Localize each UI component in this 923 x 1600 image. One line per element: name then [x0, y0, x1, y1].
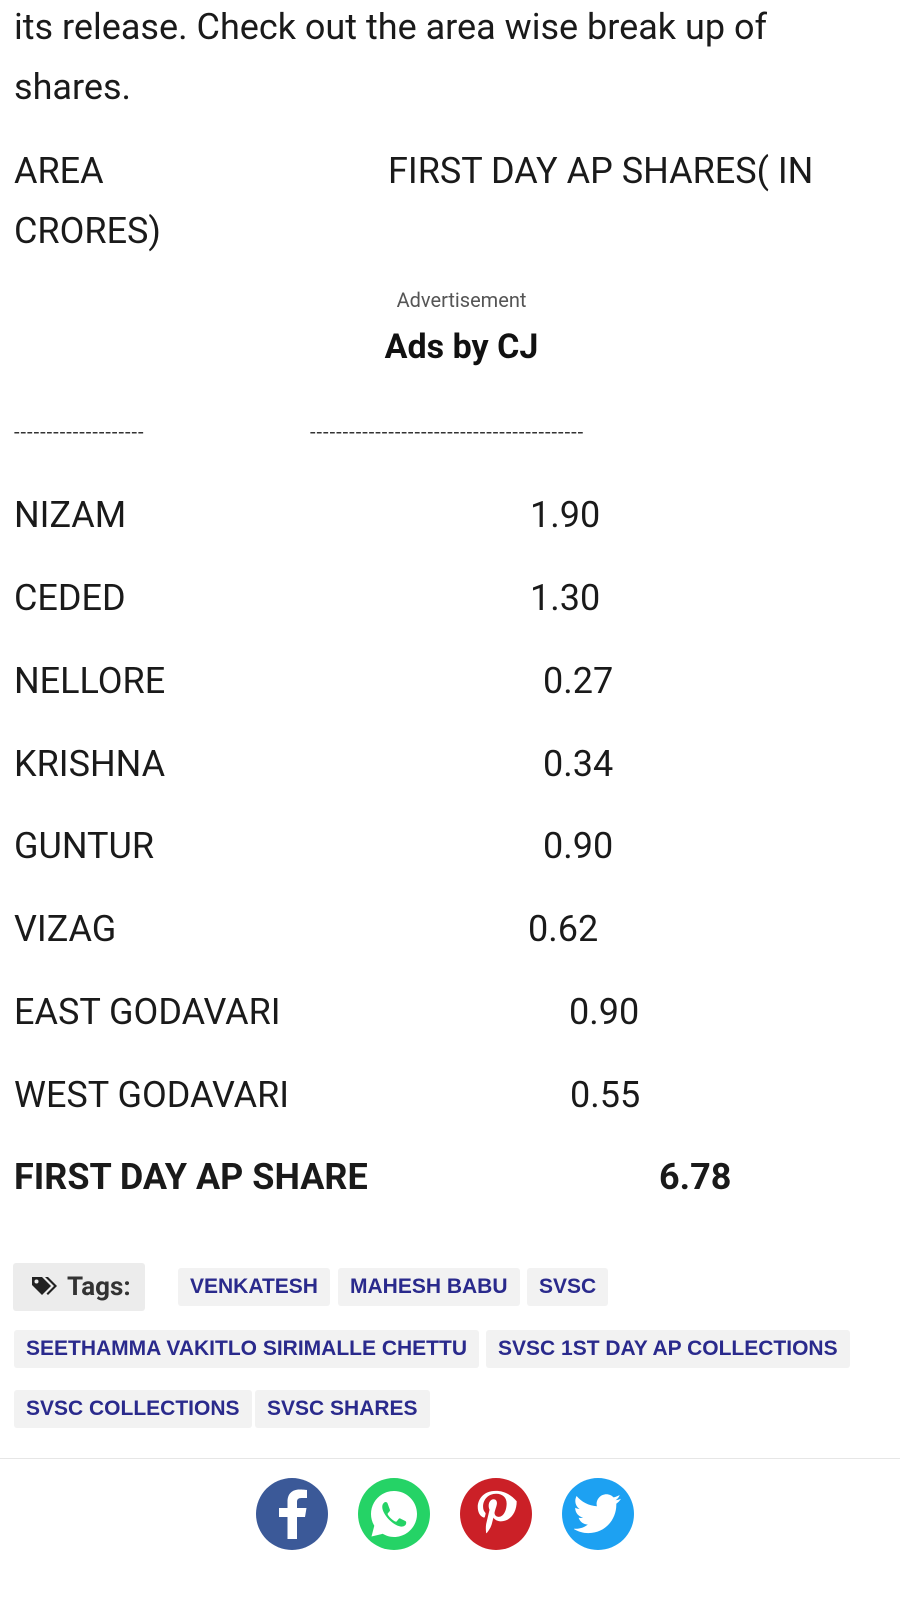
pinterest-icon	[477, 1490, 517, 1534]
facebook-icon	[279, 1489, 307, 1539]
whatsapp-icon	[371, 1491, 417, 1537]
row-value: 0.90	[543, 825, 614, 867]
table-header-area: AREA	[14, 150, 104, 192]
row-area: NELLORE	[14, 660, 166, 702]
twitter-icon	[574, 1494, 621, 1534]
row-value: 0.27	[543, 660, 614, 702]
tag-svsc-collections[interactable]: SVSC COLLECTIONS	[14, 1390, 252, 1428]
table-header-shares-cont: CRORES)	[14, 210, 161, 252]
total-label: FIRST DAY AP SHARE	[14, 1156, 368, 1198]
facebook-share-button[interactable]	[256, 1478, 328, 1550]
whatsapp-share-button[interactable]	[358, 1478, 430, 1550]
advertisement-label: Advertisement	[396, 288, 527, 312]
tags-label: Tags:	[13, 1263, 145, 1311]
tags-label-text: Tags:	[67, 1272, 131, 1302]
table-header-shares: FIRST DAY AP SHARES( IN	[388, 150, 814, 192]
total-value: 6.78	[659, 1156, 732, 1198]
row-value: 0.90	[569, 991, 640, 1033]
tags-icon	[32, 1277, 57, 1296]
tag-seethamma-vakitlo-sirimalle-chettu[interactable]: SEETHAMMA VAKITLO SIRIMALLE CHETTU	[14, 1330, 479, 1368]
row-area: CEDED	[14, 577, 126, 619]
divider	[0, 1458, 900, 1459]
tag-svsc-shares[interactable]: SVSC SHARES	[255, 1390, 430, 1428]
row-value: 1.90	[530, 494, 601, 536]
tag-svsc[interactable]: SVSC	[527, 1268, 609, 1306]
ad-title[interactable]: Ads by CJ	[0, 327, 923, 367]
row-value: 1.30	[530, 577, 601, 619]
tag-venkatesh[interactable]: VENKATESH	[178, 1268, 330, 1306]
row-value: 0.55	[570, 1074, 641, 1116]
tag-mahesh-babu[interactable]: MAHESH BABU	[338, 1268, 520, 1306]
row-area: VIZAG	[14, 908, 117, 950]
row-area: KRISHNA	[14, 743, 166, 785]
row-area: EAST GODAVARI	[14, 991, 281, 1033]
row-area: GUNTUR	[14, 825, 155, 867]
dash-separator-left: --------------------	[14, 420, 145, 444]
dash-separator-right: ----------------------------------------…	[310, 420, 585, 444]
row-area: NIZAM	[14, 494, 127, 536]
intro-text-line-2: shares.	[14, 66, 132, 108]
pinterest-share-button[interactable]	[460, 1478, 532, 1550]
intro-text-line-1: its release. Check out the area wise bre…	[14, 6, 768, 48]
row-value: 0.62	[528, 908, 599, 950]
row-area: WEST GODAVARI	[14, 1074, 290, 1116]
tag-svsc-1st-day-ap-collections[interactable]: SVSC 1ST DAY AP COLLECTIONS	[486, 1330, 850, 1368]
twitter-share-button[interactable]	[562, 1478, 634, 1550]
row-value: 0.34	[543, 743, 614, 785]
